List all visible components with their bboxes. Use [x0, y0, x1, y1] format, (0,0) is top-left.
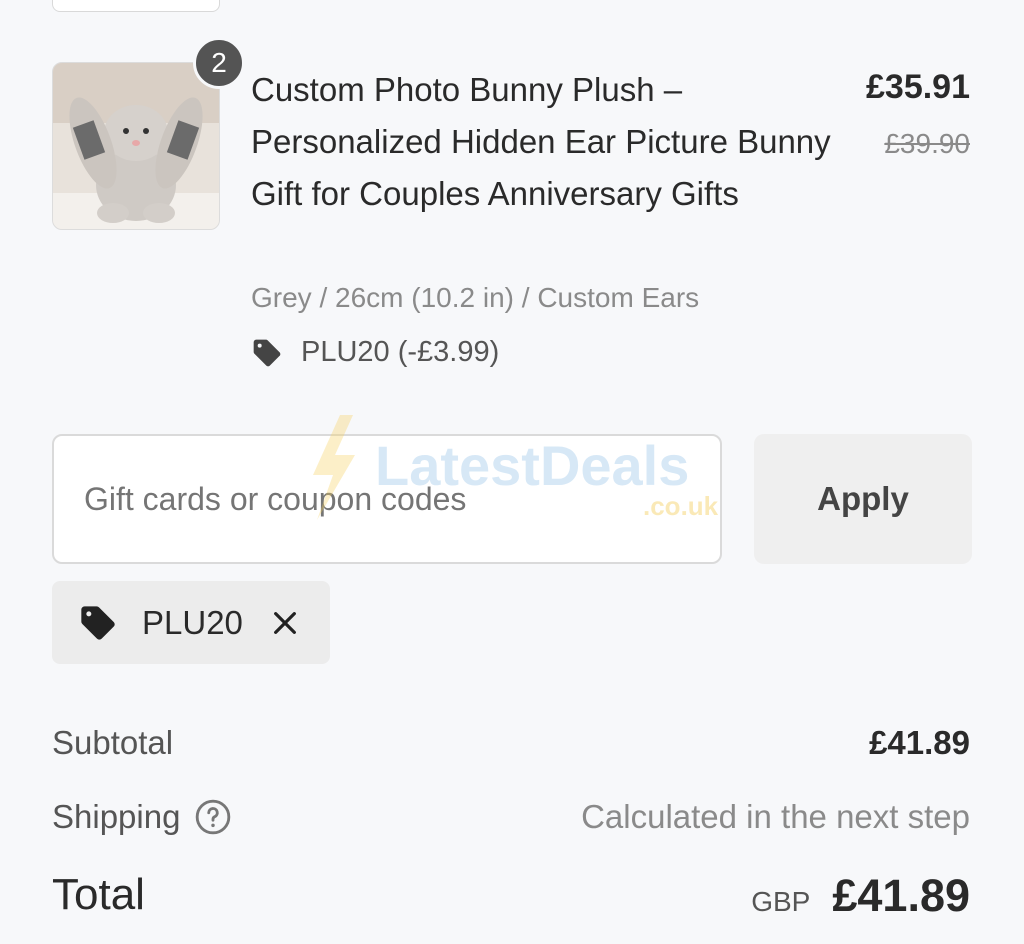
- product-title: Custom Photo Bunny Plush – Personalized …: [251, 71, 831, 212]
- subtotal-label: Subtotal: [52, 724, 174, 761]
- total-amount: £41.89: [832, 870, 970, 921]
- applied-coupon-chip: PLU20: [52, 581, 330, 664]
- currency-code: GBP: [751, 886, 811, 917]
- apply-button[interactable]: Apply: [754, 434, 972, 564]
- shipping-label: Shipping: [52, 798, 232, 836]
- coupon-input[interactable]: [52, 434, 722, 564]
- total-label: Total: [52, 870, 145, 919]
- shipping-label-text: Shipping: [52, 798, 181, 835]
- product-thumbnail: [52, 62, 220, 230]
- previous-item-stub: [52, 0, 220, 12]
- total-value: GBP £41.89: [751, 870, 970, 922]
- product-discount: PLU20 (-£3.99): [251, 336, 499, 369]
- remove-coupon-button[interactable]: [269, 607, 301, 639]
- quantity-badge: 2: [193, 37, 245, 89]
- product-price: £35.91: [866, 68, 970, 106]
- applied-coupon-code: PLU20: [142, 603, 243, 641]
- question-circle-icon: [196, 799, 231, 835]
- shipping-value: Calculated in the next step: [581, 798, 970, 835]
- shipping-help-button[interactable]: [194, 798, 232, 836]
- product-original-price: £39.90: [884, 128, 970, 159]
- subtotal-value: £41.89: [869, 724, 970, 761]
- tag-icon: [81, 605, 115, 640]
- product-variant: Grey / 26cm (10.2 in) / Custom Ears: [251, 282, 700, 313]
- product-discount-text: PLU20 (-£3.99): [301, 336, 500, 368]
- tag-icon: [253, 339, 281, 366]
- close-icon: [273, 611, 296, 634]
